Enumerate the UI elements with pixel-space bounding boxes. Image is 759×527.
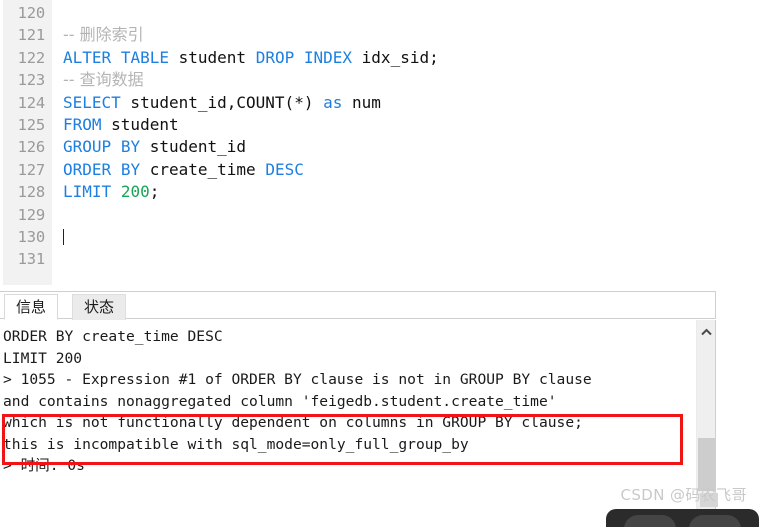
sql-editor[interactable]: 120 121 122 123 124 125 126 127 128 129 … [0, 0, 716, 285]
code-line[interactable] [63, 226, 716, 248]
code-token: TABLE [120, 47, 169, 67]
sql-query-window: 120 121 122 123 124 125 126 127 128 129 … [0, 0, 759, 527]
code-token: as [323, 92, 343, 112]
line-number: 126 [17, 138, 46, 157]
code-token: student_id,COUNT(*) [120, 92, 324, 112]
result-panel-tabstrip: 信息 状态 [0, 291, 716, 320]
code-line[interactable] [63, 248, 716, 270]
code-token: student [168, 47, 256, 67]
line-number: 130 [17, 227, 46, 246]
code-token: 200 [120, 182, 150, 202]
code-token: -- 删除索引 [63, 25, 144, 45]
code-token: student_id [140, 137, 247, 157]
panel-right-filler [716, 0, 759, 527]
code-line[interactable]: LIMIT 200; [63, 181, 716, 203]
tab-info[interactable]: 信息 [4, 294, 59, 320]
output-line: > 1055 - Expression #1 of ORDER BY claus… [3, 371, 592, 388]
code-token: ; [149, 182, 160, 202]
line-number: 122 [17, 48, 46, 67]
bottom-toolbar-artifact [606, 509, 759, 527]
output-line: > 时间: 0s [3, 457, 85, 474]
code-token: num [342, 92, 381, 112]
output-line: this is incompatible with sql_mode=only_… [3, 435, 469, 453]
code-token: FROM [63, 114, 102, 134]
code-token: idx_sid; [352, 47, 439, 67]
watermark-label: CSDN @码农飞哥 [620, 486, 747, 504]
output-line: and contains nonaggregated column 'feige… [3, 392, 557, 410]
line-number: 131 [17, 250, 46, 269]
code-token: LIMIT [63, 182, 112, 202]
code-token: DROP [255, 47, 295, 67]
code-token: -- 查询数据 [63, 70, 144, 90]
code-token: DESC [265, 159, 304, 179]
line-number: 123 [17, 71, 46, 90]
code-line[interactable]: ALTER TABLE student DROP INDEX idx_sid; [63, 47, 716, 69]
message-output-panel[interactable]: ORDER BY create_time DESC LIMIT 200 > 1055… [0, 320, 716, 527]
chevron-up-icon[interactable] [697, 323, 715, 341]
code-line[interactable]: -- 删除索引 [63, 24, 716, 46]
message-output-text: ORDER BY create_time DESC LIMIT 200 > 1055… [3, 326, 693, 477]
code-token: create_time [140, 159, 266, 179]
code-line[interactable] [63, 204, 716, 226]
sql-code-area[interactable]: -- 删除索引 ALTER TABLE student DROP INDEX id… [52, 0, 716, 285]
line-number: 125 [17, 115, 46, 134]
tab-status[interactable]: 状态 [72, 294, 127, 320]
line-number: 127 [17, 160, 46, 179]
output-line: ORDER BY create_time DESC [3, 328, 223, 345]
output-line: LIMIT 200 [3, 349, 83, 367]
code-token: BY [120, 159, 141, 179]
line-number: 120 [17, 4, 46, 22]
line-number: 124 [17, 93, 46, 112]
code-token: BY [120, 137, 141, 157]
code-line[interactable]: ORDER BY create_time DESC [63, 159, 716, 181]
line-number: 121 [17, 26, 46, 45]
code-token: GROUP [63, 137, 112, 157]
code-line[interactable]: GROUP BY student_id [63, 136, 716, 158]
code-line[interactable] [63, 2, 716, 24]
output-line: which is not functionally dependent on c… [3, 414, 583, 431]
code-line[interactable]: -- 查询数据 [63, 69, 716, 91]
code-token: SELECT [63, 92, 121, 112]
code-token: INDEX [303, 47, 353, 67]
code-line[interactable]: FROM student [63, 114, 716, 136]
code-token: ORDER [63, 159, 112, 179]
code-token: student [101, 114, 179, 134]
line-number: 129 [17, 205, 46, 224]
code-token: ALTER [63, 47, 112, 67]
line-number: 128 [17, 183, 46, 202]
code-line[interactable]: SELECT student_id,COUNT(*) as num [63, 92, 716, 114]
text-caret [63, 228, 64, 245]
editor-line-number-gutter: 120 121 122 123 124 125 126 127 128 129 … [0, 0, 52, 285]
